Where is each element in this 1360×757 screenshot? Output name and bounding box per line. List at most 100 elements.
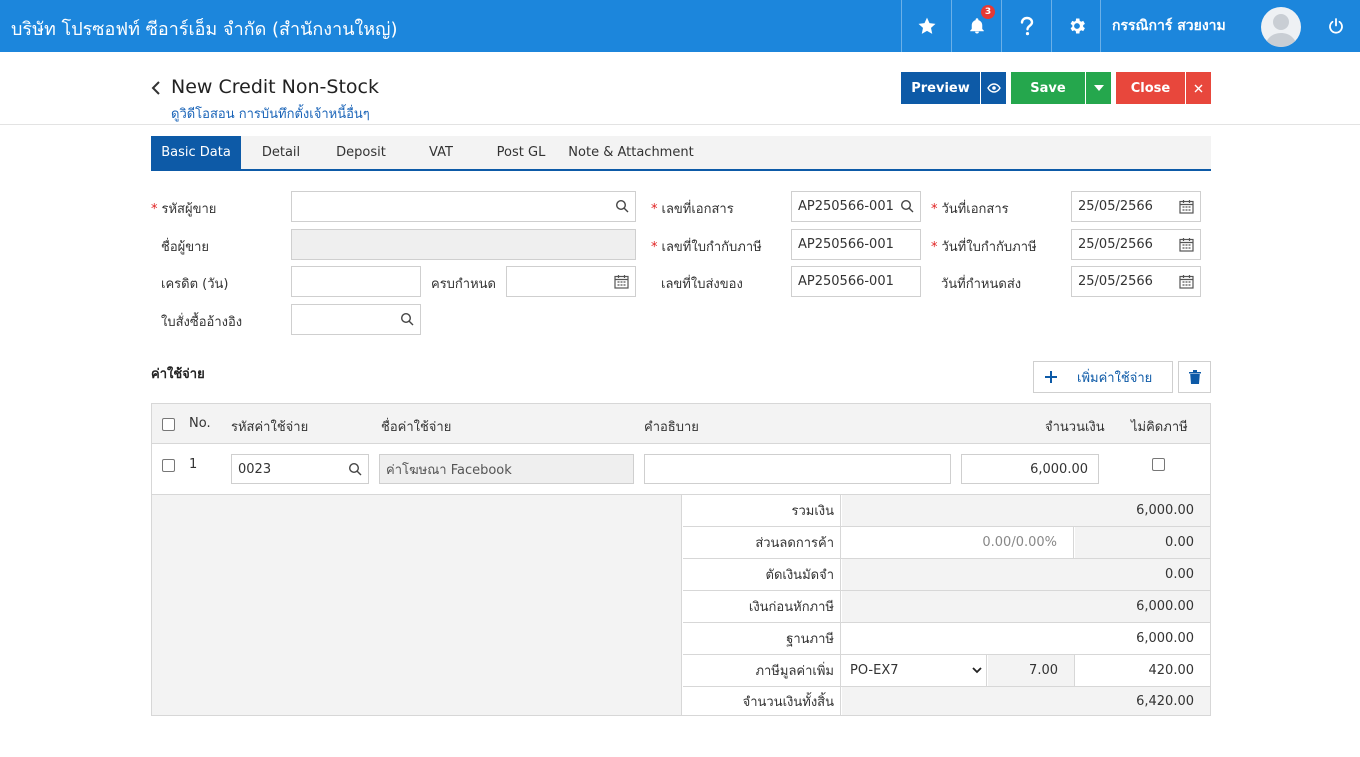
delivery-date-label: วันที่กำหนดส่ง [941,277,1022,292]
user-name[interactable]: กรรณิการ์ สวยงาม [1100,0,1256,52]
discount-value: 0.00 [1075,527,1210,558]
add-expense-button[interactable]: เพิ่มค่าใช้จ่าย [1033,361,1173,393]
deposit-value: 0.00 [842,559,1210,590]
tax-invoice-date-input[interactable]: 25/05/2566 [1071,229,1201,260]
notification-badge: 3 [981,5,995,19]
search-icon[interactable] [900,199,914,213]
logout-button[interactable] [1311,0,1360,52]
delivery-date-input[interactable]: 25/05/2566 [1071,266,1201,297]
tutorial-link[interactable]: ดูวิดีโอสอน การบันทึกตั้งเจ้าหนี้อื่นๆ [171,103,370,124]
col-amount: จำนวนเงิน [1045,420,1105,435]
grand-total-label: จำนวนเงินทั้งสิ้น [683,687,841,715]
chevron-down-icon [972,667,982,674]
tax-base-label: ฐานภาษี [683,623,841,654]
total-value: 6,000.00 [842,495,1210,526]
vat-code-select[interactable]: PO-EX7 [842,655,987,686]
delete-expense-button[interactable] [1178,361,1211,393]
po-ref-input[interactable] [291,304,421,335]
expense-name-field: ค่าโฆษณา Facebook [379,454,634,484]
summary-total-row: รวมเงิน 6,000.00 [683,495,1210,527]
expense-amount-input[interactable]: 6,000.00 [961,454,1099,484]
calendar-icon[interactable] [614,274,629,289]
add-expense-label: เพิ่มค่าใช้จ่าย [1077,370,1153,386]
summary-grand-total-row: จำนวนเงินทั้งสิ้น 6,420.00 [683,687,1210,715]
vat-label: ภาษีมูลค่าเพิ่ม [683,655,841,686]
delivery-no-input[interactable]: AP250566-001 [791,266,921,297]
deposit-label: ตัดเงินมัดจำ [683,559,841,590]
select-all-checkbox[interactable] [162,418,175,431]
preview-eye-button[interactable] [981,72,1006,104]
back-button[interactable] [150,79,162,101]
vat-amount-input[interactable]: 420.00 [1076,655,1210,686]
top-bar: บริษัท โปรซอฟท์ ซีอาร์เอ็ม จำกัด (สำนักง… [0,0,1360,52]
doc-no-label: * เลขที่เอกสาร [651,202,734,217]
save-dropdown-button[interactable] [1086,72,1111,104]
close-button[interactable]: Close [1116,72,1185,104]
tax-invoice-date-label: * วันที่ใบกำกับภาษี [931,240,1037,255]
row-checkbox[interactable] [162,459,175,472]
gear-icon [1070,18,1085,34]
tax-base-input[interactable]: 6,000.00 [842,623,1210,654]
expense-code-input[interactable]: 0023 [231,454,369,484]
total-label: รวมเงิน [683,495,841,526]
grand-total-value: 6,420.00 [842,687,1210,715]
credit-days-label: เครดิต (วัน) [161,277,229,292]
doc-no-input[interactable]: AP250566-001 [791,191,921,222]
settings-button[interactable] [1051,0,1101,52]
tab-deposit[interactable]: Deposit [321,136,401,169]
po-ref-label: ใบสั่งซื้ออ้างอิง [161,315,243,330]
expenses-title: ค่าใช้จ่าย [151,367,205,382]
chevron-left-icon [151,81,160,95]
tab-bar: Basic Data Detail Deposit VAT Post GL No… [151,136,1211,171]
summary-vat-row: ภาษีมูลค่าเพิ่ม PO-EX7 7.00 420.00 [683,655,1210,687]
vat-rate-value: 7.00 [988,655,1075,686]
star-icon [918,17,935,34]
vendor-code-label: * รหัสผู้ขาย [151,202,217,217]
preview-button[interactable]: Preview [901,72,980,104]
save-button[interactable]: Save [1011,72,1085,104]
col-no: No. [189,416,211,431]
user-icon [1265,14,1297,47]
expense-description-input[interactable] [644,454,951,484]
close-icon [1194,84,1203,92]
vendor-name-field [291,229,636,260]
question-icon [1020,16,1033,36]
favorite-button[interactable] [901,0,951,52]
calendar-icon[interactable] [1179,199,1194,214]
plus-icon [1045,371,1057,383]
row-no: 1 [189,457,198,472]
no-tax-checkbox[interactable] [1152,458,1165,471]
search-icon[interactable] [348,462,362,476]
delivery-no-label: เลขที่ใบส่งของ [661,277,743,292]
company-name[interactable]: บริษัท โปรซอฟท์ ซีอาร์เอ็ม จำกัด (สำนักง… [11,14,398,43]
tax-invoice-no-input[interactable]: AP250566-001 [791,229,921,260]
vendor-code-input[interactable] [291,191,636,222]
search-icon[interactable] [615,199,629,213]
expense-grid: No. รหัสค่าใช้จ่าย ชื่อค่าใช้จ่าย คำอธิบ… [151,403,1211,716]
summary-deposit-row: ตัดเงินมัดจำ 0.00 [683,559,1210,591]
summary-spacer [152,495,682,715]
avatar[interactable] [1261,7,1301,47]
notifications-button[interactable]: 3 [951,0,1001,52]
calendar-icon[interactable] [1179,274,1194,289]
col-expense-name: ชื่อค่าใช้จ่าย [381,420,452,435]
due-date-input[interactable] [506,266,636,297]
search-icon[interactable] [400,312,414,326]
tab-vat[interactable]: VAT [401,136,481,169]
doc-date-input[interactable]: 25/05/2566 [1071,191,1201,222]
tab-detail[interactable]: Detail [241,136,321,169]
discount-input[interactable]: 0.00/0.00% [842,527,1074,558]
vendor-name-label: ชื่อผู้ขาย [161,240,210,255]
close-x-button[interactable] [1186,72,1211,104]
credit-days-input[interactable] [291,266,421,297]
tab-basic-data[interactable]: Basic Data [151,136,241,169]
discount-label: ส่วนลดการค้า [683,527,841,558]
tab-post-gl[interactable]: Post GL [481,136,561,169]
summary-before-tax-row: เงินก่อนหักภาษี 6,000.00 [683,591,1210,623]
power-icon [1328,18,1343,34]
before-tax-label: เงินก่อนหักภาษี [683,591,841,622]
help-button[interactable] [1001,0,1051,52]
tab-note-attachment[interactable]: Note & Attachment [561,136,701,169]
page-title: New Credit Non-Stock [171,76,379,98]
calendar-icon[interactable] [1179,237,1194,252]
